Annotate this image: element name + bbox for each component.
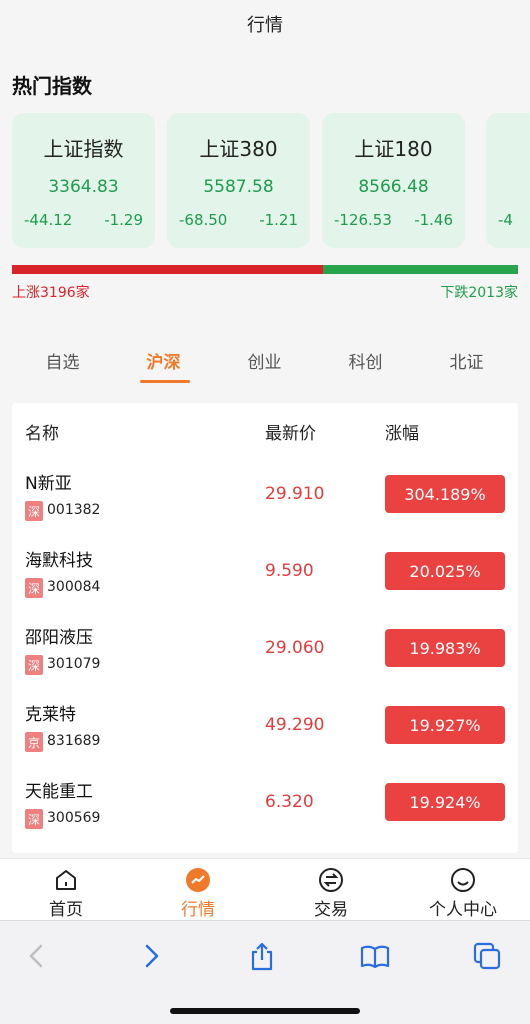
stock-code: 301079 [47,656,101,672]
table-row[interactable]: 海默科技 深 300084 9.590 20.025% [12,538,518,615]
tab-home[interactable]: 首页 [0,859,132,921]
tab-label: 行情 [181,900,215,920]
hot-indices-title: 热门指数 [12,74,92,98]
stock-code: 300569 [47,810,101,826]
index-card-partial[interactable]: -4 [486,113,530,248]
decline-count: 下跌2013家 [440,285,518,301]
index-price: 8566.48 [358,177,429,197]
index-name: 上证380 [199,137,278,161]
stock-name: 海默科技 [25,551,93,571]
index-card[interactable]: 上证380 5587.58 -68.50 -1.21 [167,113,310,248]
market-chart-icon [186,868,210,892]
column-header-change-pct[interactable]: 涨幅 [385,419,419,444]
stock-name: 天能重工 [25,782,93,802]
home-indicator[interactable] [170,1008,360,1014]
change-pct-badge[interactable]: 20.025% [385,552,505,590]
index-change: -68.50 [179,211,228,229]
last-price: 6.320 [265,792,314,812]
tab-shanghai-shenzhen[interactable]: 沪深 [113,348,214,373]
index-change: -126.53 [334,211,392,229]
stock-code: 001382 [47,502,101,518]
market-badge: 深 [25,809,43,829]
hot-indices-carousel[interactable]: 上证指数 3364.83 -44.12 -1.29 上证380 5587.58 … [12,113,530,248]
tabs-icon[interactable] [472,941,502,971]
market-badge: 深 [25,501,43,521]
tab-label: 个人中心 [429,900,497,920]
back-arrow-icon[interactable] [22,941,52,971]
column-header-last-price[interactable]: 最新价 [265,419,316,444]
market-badge: 京 [25,732,43,752]
market-badge: 深 [25,578,43,598]
change-pct-badge[interactable]: 19.924% [385,783,505,821]
table-row[interactable]: N新亚 深 001382 29.910 304.189% [12,461,518,538]
index-change-pct: -1.29 [104,211,143,229]
change-pct-badge[interactable]: 304.189% [385,475,505,513]
column-header-name[interactable]: 名称 [25,419,59,444]
stock-code: 831689 [47,733,101,749]
active-tab-indicator [140,380,190,383]
share-icon[interactable] [247,941,277,971]
index-change-pct: -1.46 [414,211,453,229]
index-price: 5587.58 [203,177,274,197]
bookmarks-icon[interactable] [360,941,390,971]
index-card[interactable]: 上证180 8566.48 -126.53 -1.46 [322,113,465,248]
tab-label: 首页 [49,900,83,920]
stock-code: 300084 [47,579,101,595]
index-change: -44.12 [24,211,73,229]
stock-name: 邵阳液压 [25,628,93,648]
last-price: 49.290 [265,715,325,735]
page-title: 行情 [247,15,283,36]
index-price: 3364.83 [48,177,119,197]
index-change: -4 [498,211,513,229]
stock-name: 克莱特 [25,705,76,725]
smiley-icon [451,868,475,892]
last-price: 29.060 [265,638,325,658]
stock-table: 名称 最新价 涨幅 N新亚 深 001382 29.910 304.189% 海… [12,403,518,853]
tab-profile[interactable]: 个人中心 [397,859,529,921]
table-row[interactable]: 邵阳液压 深 301079 29.060 19.983% [12,615,518,692]
decline-segment [322,265,518,274]
stock-name: N新亚 [25,474,72,494]
table-row[interactable]: 克莱特 京 831689 49.290 19.927% [12,692,518,769]
tab-watchlist[interactable]: 自选 [12,348,113,373]
tab-market[interactable]: 行情 [132,859,264,921]
advance-decline-bar [12,265,518,274]
index-name: 上证180 [354,137,433,161]
tab-beijing[interactable]: 北证 [416,348,517,373]
tab-chinext[interactable]: 创业 [214,348,315,373]
advance-segment [12,265,323,274]
tab-star-market[interactable]: 科创 [315,348,416,373]
exchange-icon [319,868,343,892]
last-price: 9.590 [265,561,314,581]
change-pct-badge[interactable]: 19.927% [385,706,505,744]
home-icon [56,870,76,890]
tab-trade[interactable]: 交易 [265,859,397,921]
table-row[interactable]: 天能重工 深 300569 6.320 19.924% [12,769,518,846]
index-card[interactable]: 上证指数 3364.83 -44.12 -1.29 [12,113,155,248]
index-name: 上证指数 [43,137,124,161]
bottom-tab-bar: 首页 行情 交易 个人中心 [0,858,530,920]
tab-label: 交易 [314,900,348,920]
advance-count: 上涨3196家 [12,285,90,301]
market-badge: 深 [25,655,43,675]
last-price: 29.910 [265,484,325,504]
forward-arrow-icon[interactable] [136,941,166,971]
change-pct-badge[interactable]: 19.983% [385,629,505,667]
index-change-pct: -1.21 [259,211,298,229]
market-tabs: 自选 沪深 创业 科创 北证 [12,348,518,388]
